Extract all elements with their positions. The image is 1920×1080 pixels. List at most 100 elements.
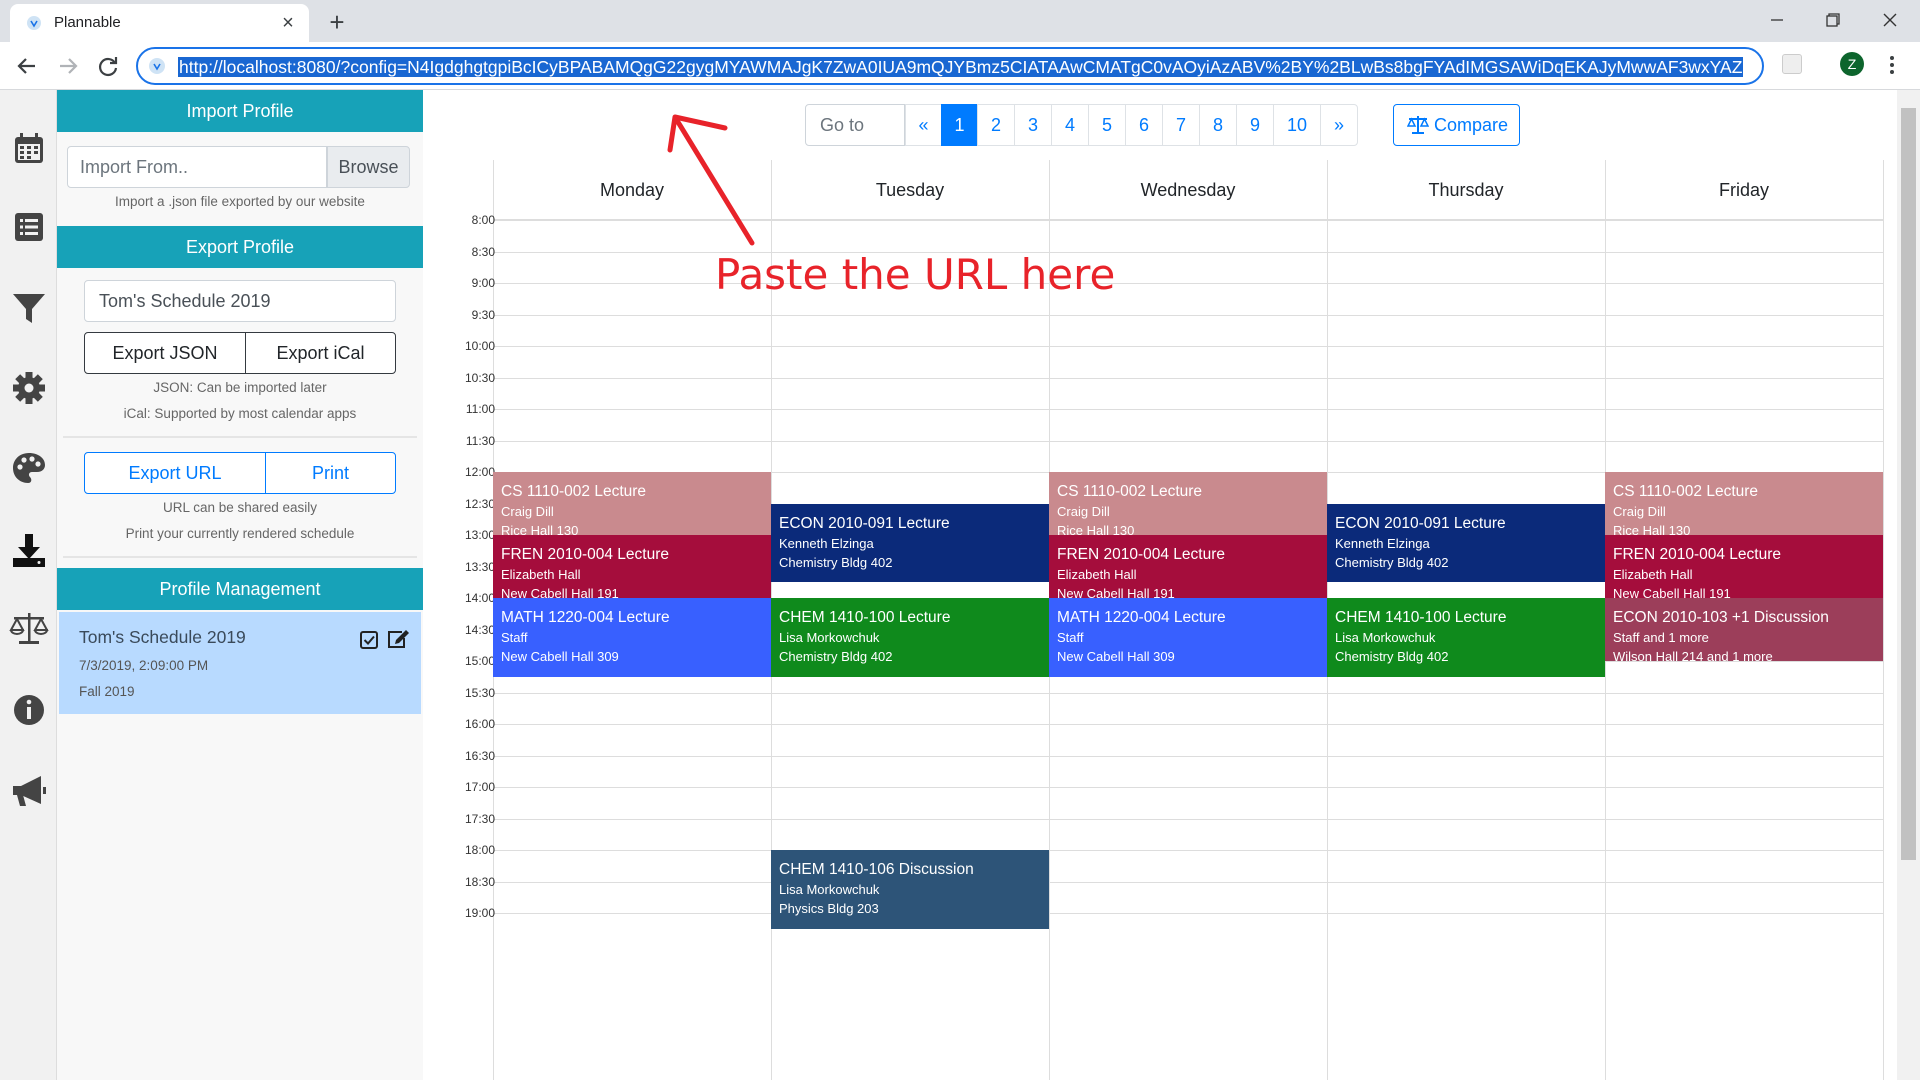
site-info-icon[interactable]: [148, 57, 166, 75]
time-label: 16:00: [464, 717, 495, 731]
gear-icon[interactable]: [9, 368, 49, 408]
profile-management-header: Profile Management: [57, 568, 423, 610]
calendar-icon[interactable]: [9, 128, 49, 168]
goto-input[interactable]: Go to: [805, 104, 905, 146]
profile-item-term: Fall 2019: [79, 684, 135, 699]
reload-icon[interactable]: [92, 50, 124, 82]
panel-divider: [63, 436, 417, 438]
export-ical-button[interactable]: Export iCal: [245, 332, 396, 374]
course-event[interactable]: MATH 1220-004 Lecture Staff New Cabell Hal…: [493, 598, 771, 677]
course-event[interactable]: CS 1110-002 Lecture Craig Dill Rice Hall 1…: [1605, 472, 1883, 535]
event-title: ECON 2010-103 +1 Discussion: [1613, 609, 1829, 626]
browser-menu-icon[interactable]: [1884, 52, 1900, 78]
tab-close-icon[interactable]: ×: [277, 12, 299, 34]
page-button-3[interactable]: 3: [1014, 104, 1052, 146]
event-instructor: Staff: [501, 630, 528, 645]
schedule-grid: Monday Tuesday Wednesday Thursday Friday…: [423, 160, 1884, 1080]
extension-icon[interactable]: [1782, 54, 1802, 74]
course-event[interactable]: FREN 2010-004 Lecture Elizabeth Hall New C…: [493, 535, 771, 598]
export-profile-header: Export Profile: [57, 226, 423, 268]
profile-avatar[interactable]: Z: [1840, 52, 1864, 76]
page-button-9[interactable]: 9: [1236, 104, 1274, 146]
page-button-1[interactable]: 1: [941, 104, 978, 146]
event-room: Wilson Hall 214 and 1 more: [1613, 649, 1773, 661]
compare-button[interactable]: Compare: [1393, 104, 1520, 146]
page-button-4[interactable]: 4: [1051, 104, 1089, 146]
page-button-10[interactable]: 10: [1273, 104, 1321, 146]
event-title: ECON 2010-091 Lecture: [1335, 514, 1506, 532]
schedule-main: Go to « 1 2 3 4 5 6 7 8 9 10 » Compare M…: [423, 90, 1897, 1080]
address-bar[interactable]: http://localhost:8080/?config=N4Igdghgtg…: [136, 47, 1764, 85]
browser-tab[interactable]: Plannable ×: [10, 4, 309, 42]
page-prev-button[interactable]: «: [905, 104, 942, 146]
new-tab-button[interactable]: +: [322, 8, 352, 38]
scrollbar-thumb[interactable]: [1901, 108, 1916, 860]
course-event[interactable]: ECON 2010-103 +1 Discussion Staff and 1 m…: [1605, 598, 1883, 661]
print-button[interactable]: Print: [265, 452, 396, 494]
page-button-8[interactable]: 8: [1199, 104, 1237, 146]
info-icon[interactable]: [9, 690, 49, 730]
course-event[interactable]: FREN 2010-004 Lecture Elizabeth Hall New C…: [1049, 535, 1327, 598]
tab-title: Plannable: [54, 14, 121, 31]
export-url-button[interactable]: Export URL: [84, 452, 266, 494]
page-button-2[interactable]: 2: [977, 104, 1015, 146]
close-window-icon[interactable]: [1870, 5, 1910, 35]
megaphone-icon[interactable]: [9, 771, 49, 811]
event-room: New Cabell Hall 309: [1057, 649, 1175, 664]
course-event[interactable]: ECON 2010-091 Lecture Kenneth Elzinga Chem…: [771, 503, 1049, 583]
import-file-input[interactable]: Import From..: [67, 146, 327, 188]
page-next-button[interactable]: »: [1320, 104, 1358, 146]
edit-icon[interactable]: [386, 628, 410, 650]
time-label: 17:00: [464, 780, 495, 794]
course-event[interactable]: CS 1110-002 Lecture Craig Dill Rice Hall 1…: [493, 472, 771, 535]
url-field[interactable]: http://localhost:8080/?config=N4Igdghgtg…: [178, 56, 1743, 78]
course-event[interactable]: CHEM 1410-106 Discussion Lisa Morkowchuk P…: [771, 850, 1049, 929]
page-button-5[interactable]: 5: [1088, 104, 1126, 146]
filter-icon[interactable]: [9, 288, 49, 328]
event-room: Chemistry Bldg 402: [779, 554, 893, 570]
page-button-6[interactable]: 6: [1125, 104, 1163, 146]
time-label: 8:00: [471, 213, 495, 227]
day-header-tuesday: Tuesday: [771, 160, 1049, 220]
back-arrow-icon[interactable]: [11, 50, 43, 82]
event-title: CS 1110-002 Lecture: [1613, 483, 1759, 500]
course-event[interactable]: ECON 2010-091 Lecture Kenneth Elzinga Chem…: [1327, 503, 1605, 583]
profile-item[interactable]: Tom's Schedule 2019 7/3/2019, 2:09:00 PM…: [59, 612, 421, 714]
course-event[interactable]: FREN 2010-004 Lecture Elizabeth Hall New C…: [1605, 535, 1883, 598]
time-label: 8:30: [471, 244, 495, 259]
tab-strip: Plannable × +: [0, 0, 1920, 42]
grid-row-line: [493, 913, 1883, 914]
page-button-7[interactable]: 7: [1162, 104, 1200, 146]
export-json-button[interactable]: Export JSON: [84, 332, 246, 374]
download-icon[interactable]: [9, 530, 49, 570]
event-instructor: Lisa Morkowchuk: [779, 882, 880, 897]
time-label: 13:00: [464, 528, 495, 542]
event-room: Chemistry Bldg 402: [779, 649, 893, 664]
event-room: Chemistry Bldg 402: [1335, 649, 1449, 664]
list-icon[interactable]: [9, 207, 49, 247]
grid-row-line: [493, 409, 1883, 410]
event-title: CHEM 1410-100 Lecture: [779, 609, 951, 626]
course-event[interactable]: CHEM 1410-100 Lecture Lisa Morkowchuk Chem…: [771, 598, 1049, 677]
day-header-friday: Friday: [1605, 160, 1883, 220]
course-event[interactable]: CHEM 1410-100 Lecture Lisa Morkowchuk Chem…: [1327, 598, 1605, 677]
profile-name-field[interactable]: Tom's Schedule 2019: [84, 280, 396, 322]
restore-icon[interactable]: [1812, 5, 1852, 35]
palette-icon[interactable]: [9, 448, 49, 488]
import-profile-header: Import Profile: [57, 90, 423, 132]
grid-row-line: [493, 881, 1883, 883]
forward-arrow-icon[interactable]: [52, 50, 84, 82]
event-title: CHEM 1410-100 Lecture: [1335, 609, 1507, 626]
event-instructor: Kenneth Elzinga: [1335, 535, 1430, 551]
event-title: CS 1110-002 Lecture: [1057, 483, 1203, 500]
grid-row-line: [493, 850, 1883, 851]
checkbox-icon[interactable]: [359, 630, 379, 650]
scale-icon[interactable]: [9, 608, 49, 648]
minimize-icon[interactable]: [1757, 5, 1797, 35]
event-instructor: Lisa Morkowchuk: [1335, 630, 1436, 645]
course-event[interactable]: CS 1110-002 Lecture Craig Dill Rice Hall 1…: [1049, 472, 1327, 535]
course-event[interactable]: MATH 1220-004 Lecture Staff New Cabell Hal…: [1049, 598, 1327, 677]
page-scrollbar[interactable]: [1897, 90, 1920, 1080]
browse-button[interactable]: Browse: [327, 146, 410, 188]
grid-row-line: [493, 377, 1883, 379]
